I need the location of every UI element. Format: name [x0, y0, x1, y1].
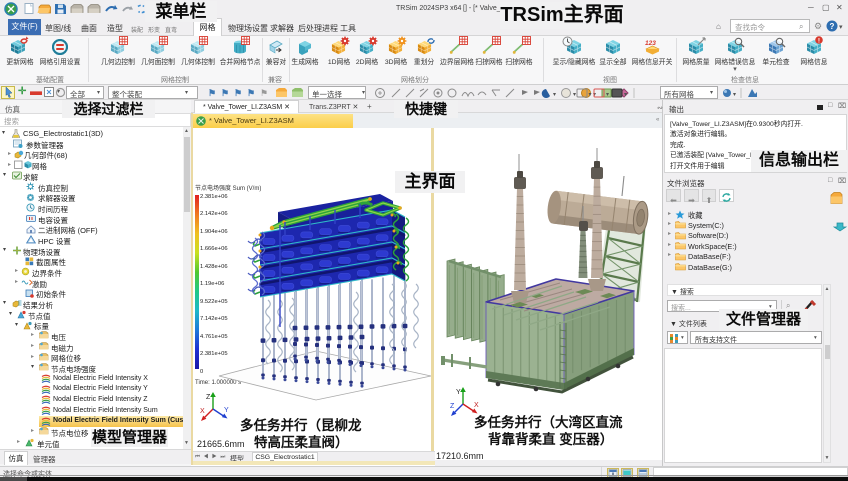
svg-text:⚑: ⚑	[260, 88, 268, 98]
svg-text:⚑: ⚑	[221, 88, 229, 98]
svg-text:⚑: ⚑	[234, 88, 242, 98]
svg-text:!: !	[818, 38, 820, 45]
svg-text:X: X	[200, 408, 205, 415]
svg-text:Z: Z	[206, 394, 211, 401]
svg-text:⚑: ⚑	[247, 88, 255, 98]
svg-text:123: 123	[645, 40, 656, 47]
svg-text:?: ?	[830, 22, 835, 31]
svg-text:▾: ▾	[589, 92, 592, 98]
svg-text:▾: ▾	[606, 92, 609, 98]
svg-text:Y: Y	[224, 407, 229, 414]
svg-text:⚑: ⚑	[208, 88, 216, 98]
svg-text:▾: ▾	[624, 92, 627, 98]
svg-text:▾: ▾	[553, 92, 556, 98]
svg-text:▾: ▾	[733, 92, 736, 98]
